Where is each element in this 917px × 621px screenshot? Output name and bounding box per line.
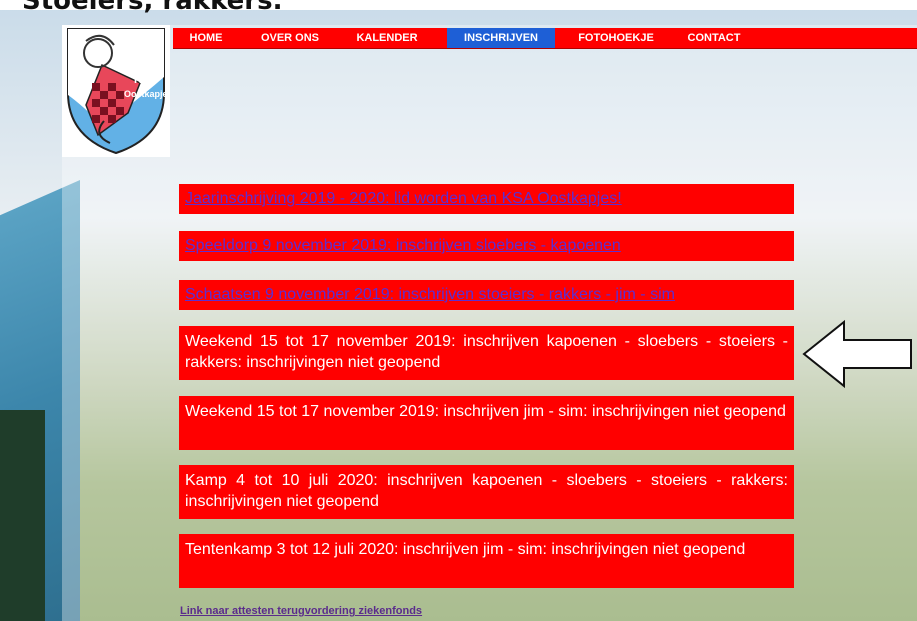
notice-kamp-kapoenen: Kamp 4 tot 10 juli 2020: inschrijven kap… bbox=[179, 465, 794, 519]
nav-home[interactable]: HOME bbox=[173, 28, 239, 48]
main-navigation: HOME OVER ONS KALENDER INSCHRIJVEN FOTOH… bbox=[173, 28, 917, 49]
site-logo[interactable]: KSA Oostkapjes bbox=[62, 25, 173, 157]
speeldorp-link[interactable]: Speeldorp 9 november 2019: inschrijven s… bbox=[185, 237, 621, 254]
logo-name-text: Oostkapjes bbox=[124, 89, 170, 99]
nav-fotohoekje[interactable]: FOTOHOEKJE bbox=[569, 28, 663, 48]
link-box-schaatsen: Schaatsen 9 november 2019: inschrijven s… bbox=[179, 280, 794, 310]
logo-ksa-text: KSA bbox=[134, 74, 157, 86]
notice-weekend-kapoenen: Weekend 15 tot 17 november 2019: inschri… bbox=[179, 326, 794, 380]
nav-inschrijven[interactable]: INSCHRIJVEN bbox=[447, 28, 555, 48]
tent-pole bbox=[0, 410, 45, 621]
nav-contact[interactable]: CONTACT bbox=[673, 28, 755, 48]
notice-weekend-jim-sim: Weekend 15 tot 17 november 2019: inschri… bbox=[179, 396, 794, 450]
nav-over-ons[interactable]: OVER ONS bbox=[243, 28, 337, 48]
nav-kalender[interactable]: KALENDER bbox=[339, 28, 435, 48]
annotation-arrow-icon bbox=[802, 319, 912, 389]
jaarinschrijving-link[interactable]: Jaarinschrijving 2019 - 2020: lid worden… bbox=[185, 190, 622, 207]
ksa-logo-icon: KSA Oostkapjes bbox=[67, 28, 173, 155]
caption-text: Stoeiers, rakkers. bbox=[22, 0, 283, 16]
notice-tentenkamp: Tentenkamp 3 tot 12 juli 2020: inschrijv… bbox=[179, 534, 794, 588]
page-content-area bbox=[62, 25, 917, 621]
link-box-speeldorp: Speeldorp 9 november 2019: inschrijven s… bbox=[179, 231, 794, 261]
ziekenfonds-attesten-link[interactable]: Link naar attesten terugvordering zieken… bbox=[180, 605, 422, 617]
schaatsen-link[interactable]: Schaatsen 9 november 2019: inschrijven s… bbox=[185, 286, 675, 303]
link-box-jaarinschrijving: Jaarinschrijving 2019 - 2020: lid worden… bbox=[179, 184, 794, 214]
